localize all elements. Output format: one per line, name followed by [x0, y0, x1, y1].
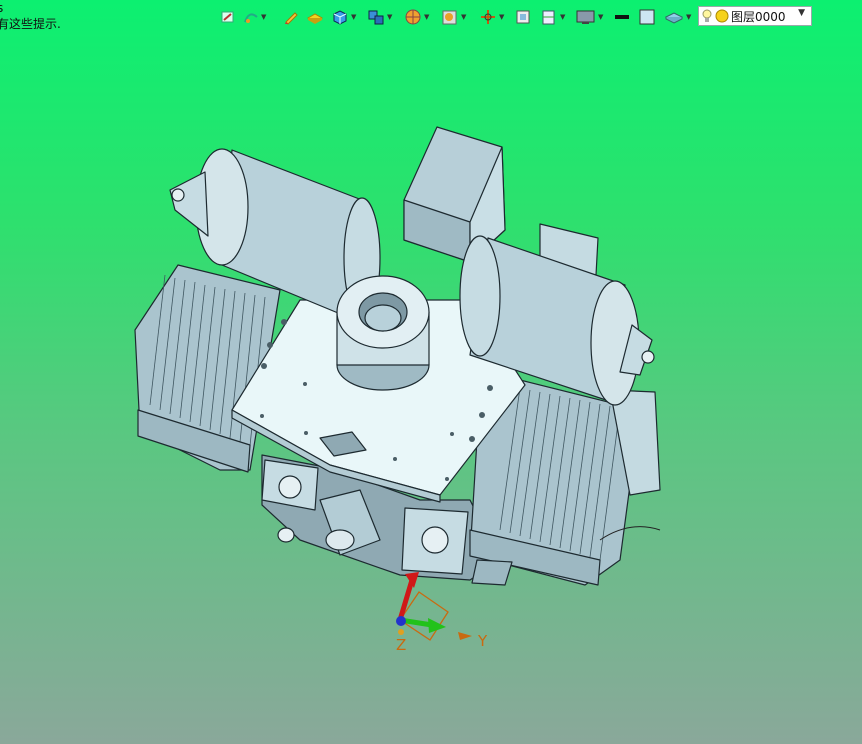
surface-icon[interactable]: [306, 8, 324, 26]
solid-box-icon[interactable]: ▼: [331, 8, 356, 26]
assembly-icon[interactable]: ▼: [367, 8, 392, 26]
layer-name: 图层0000: [731, 9, 786, 24]
sketch-icon[interactable]: [220, 8, 236, 26]
view-fit-icon[interactable]: [515, 8, 531, 26]
sphere-icon[interactable]: ▼: [404, 8, 429, 26]
face-color-icon[interactable]: [639, 8, 655, 26]
section-icon[interactable]: ▼: [540, 8, 565, 26]
bulb-icon[interactable]: [699, 8, 715, 24]
pencil-icon[interactable]: [283, 8, 299, 26]
3d-viewport[interactable]: Y Z: [0, 34, 862, 744]
axis-y-label: Y: [477, 632, 488, 650]
cad-model: Y Z: [134, 126, 661, 654]
chevron-down-icon[interactable]: ▼: [798, 8, 805, 18]
move-icon[interactable]: ▼: [479, 8, 504, 26]
line-color-icon[interactable]: [614, 8, 630, 26]
display-icon[interactable]: ▼: [576, 8, 603, 26]
layer-selector[interactable]: 图层0000 ▼: [698, 6, 812, 26]
material-icon[interactable]: ▼: [664, 8, 691, 26]
layer-dot-icon[interactable]: [715, 9, 729, 23]
render-icon[interactable]: ▼: [441, 8, 466, 26]
curve-icon[interactable]: ▼: [243, 8, 266, 26]
toolbar: ▼ ▼ ▼ ▼ ▼ ▼ ▼ ▼ ▼ 图层0000 ▼: [0, 0, 862, 34]
axis-z-label: Z: [396, 636, 406, 654]
coordinate-triad: Y Z: [396, 572, 488, 654]
